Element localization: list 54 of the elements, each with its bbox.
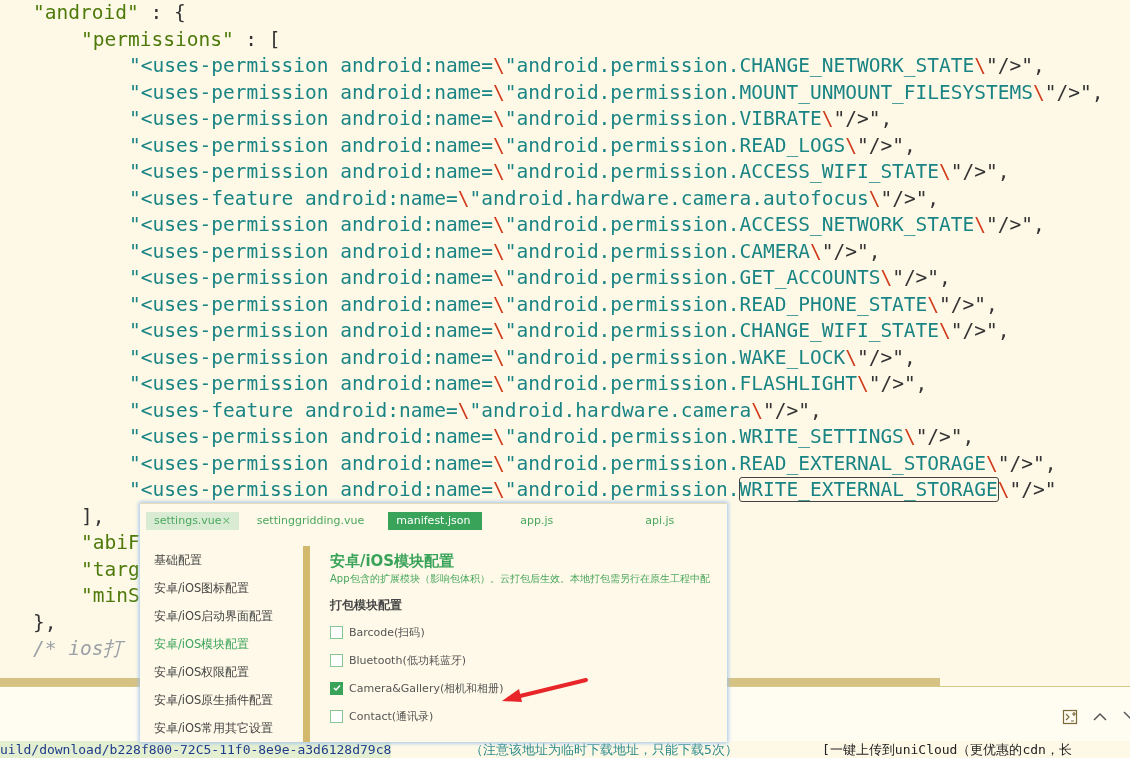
code-string: "<uses-permission android:name=\"android.permission.CAMERA\"/>",: [129, 239, 881, 263]
code-comment: /* ios打: [33, 637, 124, 660]
code-punctuation: },: [33, 610, 57, 634]
code-string: "<uses-permission android:name=\"android.permission.WAKE_LOCK\"/>",: [129, 345, 916, 369]
nav-item[interactable]: 基础配置: [140, 546, 303, 574]
nav-item[interactable]: 安卓/iOS启动界面配置: [140, 602, 303, 630]
code-string: "<uses-permission android:name=\"android.permission.READ_EXTERNAL_STORAGE\"/>",: [129, 451, 1057, 475]
code-key: "android": [33, 1, 139, 24]
code-key: "abiF: [81, 531, 140, 554]
checkbox-label: Contact(通讯录): [349, 708, 434, 724]
code-string: "<uses-permission android:name=\"android.permission.VIBRATE\"/>",: [129, 107, 893, 130]
code-string: "<uses-feature android:name=\"android.hardware.camera.autofocus\"/>",: [129, 186, 940, 210]
code-string: "<uses-permission android:name=\"android.permission.FLASHLIGHT\"/>",: [129, 372, 928, 395]
checkbox[interactable]: [330, 653, 343, 667]
code-key: "targ: [81, 557, 140, 581]
code-string: "<uses-permission android:name=\"android.permission.GET_ACCOUNTS\"/>",: [129, 266, 951, 289]
code-string: "<uses-permission android:name=\"android.permission.READ_LOGS\"/>",: [129, 133, 916, 157]
checkbox-label: Camera&Gallery(相机和相册): [349, 680, 504, 696]
code-string: "<uses-permission android:name=\"android.permission.ACCESS_WIFI_STATE\"/>",: [129, 160, 1010, 183]
checkbox-label: Bluetooth(低功耗蓝牙): [349, 652, 466, 668]
code-string: "<uses-feature android:name=\"android.hardware.camera\"/>",: [129, 398, 822, 422]
code-string: \"/>": [997, 478, 1057, 501]
code-punctuation: : {: [149, 1, 186, 24]
code-punctuation: ],: [81, 504, 105, 528]
nav-item[interactable]: 安卓/iOS原生插件配置: [140, 686, 303, 714]
nav-item[interactable]: 安卓/iOS图标配置: [140, 574, 303, 602]
code-string: "<uses-permission android:name=\"android.permission.READ_PHONE_STATE\"/>",: [129, 292, 998, 316]
code-key: "minS: [81, 584, 140, 607]
code-string: "<uses-permission android:name=\"android.permission.: [129, 478, 740, 501]
console-output: uild/download/b228f800-72C5-11f0-8e9e-a3d6128d79c8: [0, 741, 392, 758]
terminal-icon[interactable]: [1062, 709, 1078, 725]
checkbox-label: Barcode(扫码): [349, 624, 425, 640]
checkmark-icon: [331, 683, 342, 693]
checkbox[interactable]: [330, 625, 343, 639]
splitter-bar[interactable]: [303, 546, 310, 742]
search-match: WRITE_EXTERNAL_STORAGE: [739, 478, 998, 501]
scrollbar-thumb[interactable]: [727, 678, 940, 686]
description: App包含的扩展模块（影响包体积）。云打包后生效。本地打包需另行在原生工程中配: [330, 572, 710, 586]
nav-item[interactable]: 安卓/iOS权限配置: [140, 658, 303, 686]
page-title: 安卓/iOS模块配置: [330, 552, 456, 572]
code-key: "permissions": [81, 27, 234, 51]
console-output: [一键上传到uniCloud（更优惠的cdn，长: [822, 741, 1072, 758]
section-heading: 打包模块配置: [330, 598, 403, 614]
code-string: "<uses-permission android:name=\"android.permission.MOUNT_UNMOUNT_FILESYSTEMS\"/>",: [129, 80, 1104, 104]
console-output: （注意该地址为临时下载地址，只能下载5次）: [470, 741, 738, 758]
code-string: "<uses-permission android:name=\"android.permission.CHANGE_WIFI_STATE\"/>",: [129, 319, 1010, 342]
code-string: "<uses-permission android:name=\"android.permission.ACCESS_NETWORK_STATE\"/>",: [129, 213, 1045, 236]
scrollbar-thumb[interactable]: [0, 678, 140, 686]
code-punctuation: : [: [244, 27, 281, 51]
code-string: "<uses-permission android:name=\"android.permission.CHANGE_NETWORK_STATE\"/>",: [129, 54, 1045, 77]
checkbox[interactable]: [330, 709, 343, 723]
code-string: "<uses-permission android:name=\"android.permission.WRITE_SETTINGS\"/>",: [129, 425, 975, 448]
checkbox[interactable]: [330, 681, 343, 695]
nav-item[interactable]: 安卓/iOS常用其它设置: [140, 714, 303, 742]
